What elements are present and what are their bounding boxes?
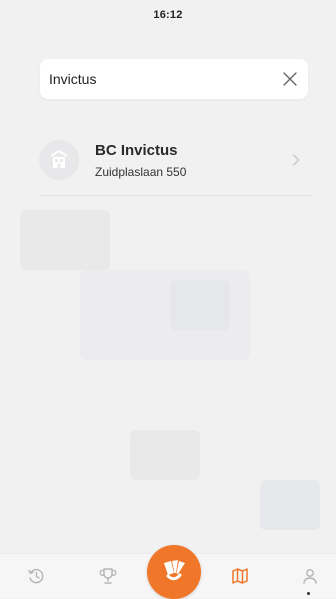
divider [40,195,311,196]
map-background-block [130,430,200,480]
map-icon [232,568,248,584]
profile-icon [303,569,317,584]
search-bar [40,59,308,99]
shuttlecock-icon [164,560,185,581]
tab-profile[interactable] [296,564,324,588]
trophy-icon [99,568,117,584]
status-time: 16:12 [153,9,183,21]
tab-history[interactable] [22,564,50,588]
result-address: Zuidplaslaan 550 [95,164,187,179]
map-background-block [260,480,320,530]
building-icon [50,150,68,168]
tab-map[interactable] [226,564,254,588]
map-background-block [20,210,110,270]
close-icon [283,72,297,86]
result-avatar [39,140,79,180]
history-icon [28,568,44,584]
map-background-block [170,280,230,330]
clear-search-button[interactable] [272,59,308,99]
play-button[interactable] [147,545,201,599]
chevron-right-icon [286,154,306,166]
search-input[interactable] [40,59,272,99]
home-indicator [307,592,310,595]
status-bar: 16:12 [0,0,336,30]
tab-trophies[interactable] [94,564,122,588]
result-title: BC Invictus [95,141,178,159]
search-result-item[interactable]: BC Invictus Zuidplaslaan 550 [38,126,310,194]
